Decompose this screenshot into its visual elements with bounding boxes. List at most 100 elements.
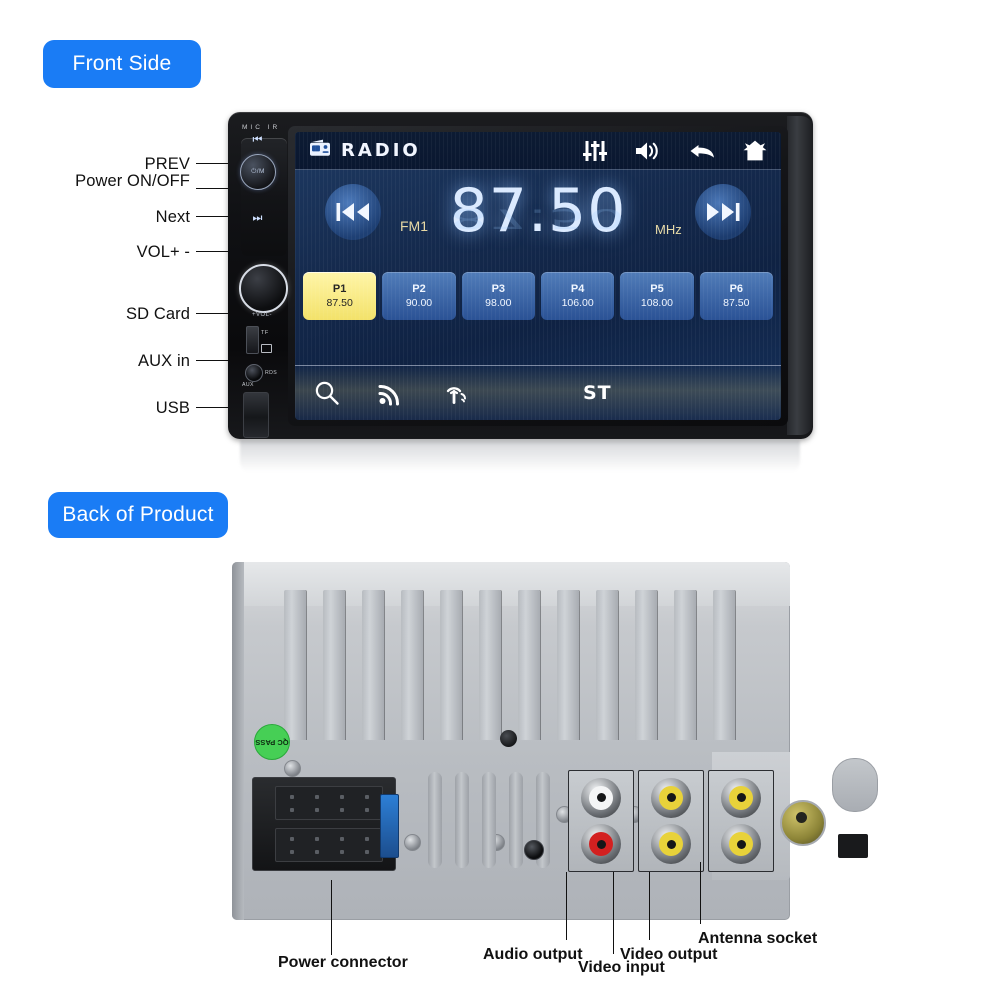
back-arrow-icon[interactable] xyxy=(689,141,715,161)
micro-jack[interactable] xyxy=(524,840,544,860)
leader-line-video-input xyxy=(613,872,615,954)
power-connector-iso[interactable] xyxy=(252,777,396,871)
rss-signal-icon[interactable] xyxy=(359,380,423,406)
preset-frequency: 108.00 xyxy=(640,297,674,309)
preset-buttons-row: P1 87.50 P2 90.00 P3 98.00 P4 106.00 P5 … xyxy=(303,272,773,320)
stereo-indicator[interactable]: ST xyxy=(583,382,612,404)
radio-icon xyxy=(309,139,331,162)
leader-line-video-output xyxy=(649,872,651,940)
rca-group-video-output[interactable] xyxy=(708,770,774,872)
callout-label-volume: VOL+ - xyxy=(136,243,190,261)
vent-slot xyxy=(428,772,442,868)
back-unit-boss xyxy=(832,758,878,812)
heatsink-fin xyxy=(518,590,540,740)
callout-label-auxin: AUX in xyxy=(138,352,190,370)
front-unit-reflection xyxy=(240,440,800,472)
rca-jack-video-in-a[interactable] xyxy=(651,777,691,818)
preset-frequency: 87.50 xyxy=(723,297,750,309)
preset-name: P3 xyxy=(491,283,506,295)
heatsink-fin xyxy=(557,590,579,740)
touchscreen-display[interactable]: RADIO FM1 87.50 87.50 MHz P1 87.50 P2 90… xyxy=(295,132,781,420)
back-unit-device: QC PASS xyxy=(232,562,878,920)
front-unit-right-edge xyxy=(787,116,813,435)
preset-button-p4[interactable]: P4 106.00 xyxy=(540,272,615,320)
prev-button[interactable]: ⏮ xyxy=(234,134,280,147)
preset-button-p3[interactable]: P3 98.00 xyxy=(461,272,535,320)
preset-frequency: 87.50 xyxy=(326,297,353,309)
section-pill-front-side: Front Side xyxy=(43,40,201,88)
volume-knob[interactable] xyxy=(239,264,288,313)
callout-label-video-output: Video output xyxy=(620,946,718,963)
vent-slot xyxy=(509,772,523,868)
preset-button-p5[interactable]: P5 108.00 xyxy=(620,272,694,320)
aux-label: AUX xyxy=(242,382,254,388)
iso-pin-block-a xyxy=(275,786,383,820)
preset-frequency: 106.00 xyxy=(561,297,594,309)
chassis-screw xyxy=(500,730,517,747)
preset-button-p2[interactable]: P2 90.00 xyxy=(382,272,456,320)
preset-name: P2 xyxy=(412,283,426,295)
mic-ir-label: MIC IR xyxy=(242,124,281,131)
heatsink-fin xyxy=(440,590,462,740)
preset-name: P4 xyxy=(570,283,585,295)
heatsink-fins xyxy=(284,590,756,740)
preset-name: P1 xyxy=(332,283,347,295)
qc-pass-sticker: QC PASS xyxy=(254,724,290,760)
heatsink-fin xyxy=(362,590,384,740)
preset-frequency: 98.00 xyxy=(485,297,512,309)
vent-slot xyxy=(455,772,469,868)
equalizer-icon[interactable] xyxy=(583,140,607,161)
search-icon[interactable] xyxy=(295,380,359,406)
tuner-area: FM1 87.50 87.50 MHz xyxy=(295,170,781,270)
volume-icon[interactable] xyxy=(635,141,661,161)
preset-button-p6[interactable]: P6 87.50 xyxy=(699,272,773,320)
next-button[interactable]: ⏭ xyxy=(234,212,280,225)
preset-name: P6 xyxy=(729,283,744,295)
usb-port[interactable] xyxy=(243,392,269,438)
rds-label: RDS xyxy=(265,370,278,376)
front-control-column: MIC IR ⏮ ⏻/M ⏭ +VOL- TF RDS AUX xyxy=(234,120,292,438)
rca-group-video-input[interactable] xyxy=(638,770,704,872)
chassis-screw xyxy=(284,760,301,777)
leader-line-antenna-socket xyxy=(700,862,702,924)
power-button[interactable]: ⏻/M xyxy=(240,154,276,190)
screen-next-station-button[interactable] xyxy=(695,184,751,240)
aux-input-jack[interactable] xyxy=(245,364,263,382)
skip-next-icon xyxy=(707,203,740,221)
callout-label-antenna-socket: Antenna socket xyxy=(698,930,818,947)
heatsink-fin xyxy=(401,590,423,740)
heatsink-fin xyxy=(713,590,735,740)
sd-card-icon xyxy=(261,344,272,353)
antenna-socket[interactable] xyxy=(780,800,826,846)
callout-label-power-connector: Power connector xyxy=(278,954,408,971)
screen-bottom-bar: ST xyxy=(295,365,781,420)
rca-jack-audio-right[interactable] xyxy=(581,824,621,865)
volume-knob-label: +VOL- xyxy=(251,312,272,318)
rca-jack-video-in-b[interactable] xyxy=(651,824,691,865)
callout-label-next: Next xyxy=(155,208,190,226)
back-unit-left-edge xyxy=(232,562,244,920)
vent-slot xyxy=(482,772,496,868)
rca-jack-audio-left[interactable] xyxy=(581,777,621,818)
broadcast-antenna-icon[interactable] xyxy=(423,380,487,406)
blade-fuse xyxy=(380,794,399,858)
rca-jack-video-out-b[interactable] xyxy=(721,824,761,865)
heatsink-fin xyxy=(674,590,696,740)
heatsink-fin xyxy=(284,590,306,740)
antenna-socket-pin xyxy=(796,812,807,823)
callout-label-power: Power ON/OFF xyxy=(75,172,190,190)
screen-top-bar: RADIO xyxy=(295,132,781,170)
callout-label-sdcard: SD Card xyxy=(126,305,190,323)
heatsink-fin xyxy=(596,590,618,740)
home-icon[interactable] xyxy=(743,140,767,161)
callout-label-audio-output: Audio output xyxy=(483,946,583,963)
iso-pin-block-b xyxy=(275,828,383,862)
rca-jack-video-out-a[interactable] xyxy=(721,777,761,818)
leader-line-audio-output xyxy=(566,872,568,940)
preset-button-p1[interactable]: P1 87.50 xyxy=(303,272,377,320)
sd-card-slot[interactable] xyxy=(246,326,259,354)
tf-slot-label: TF xyxy=(261,330,269,336)
chassis-screw xyxy=(404,834,421,851)
screen-source-title: RADIO xyxy=(341,140,421,161)
rca-group-audio-output[interactable] xyxy=(568,770,634,872)
